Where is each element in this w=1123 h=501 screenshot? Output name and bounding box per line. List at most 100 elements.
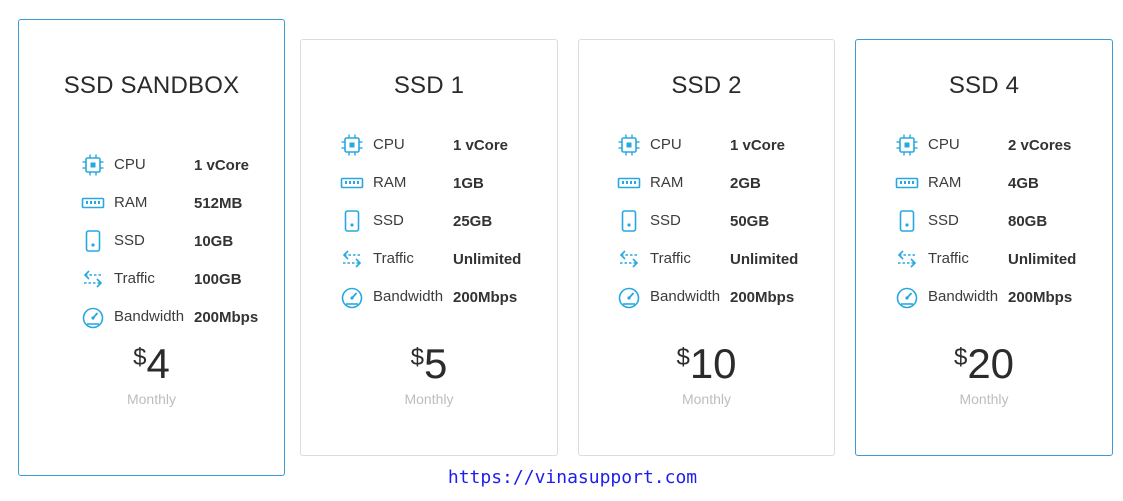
pricing-table: SSD SANDBOX CPU 1 vCore RAM 512MB SSD 10… — [0, 0, 1123, 501]
billing-period: Monthly — [681, 391, 732, 407]
spec-value: 512MB — [194, 195, 243, 212]
spec-value: 200Mbps — [1008, 289, 1073, 306]
plan-price: $10 — [579, 342, 834, 386]
spec-ssd: SSD 25GB — [340, 209, 492, 233]
spec-label: SSD — [928, 212, 959, 229]
ssd-icon — [81, 229, 105, 253]
spec-cpu: CPU 2 vCores — [895, 133, 1071, 157]
spec-value: 1GB — [453, 175, 484, 192]
spec-value: 50GB — [730, 213, 770, 230]
currency-symbol: $ — [410, 344, 424, 371]
spec-bandwidth: Bandwidth 200Mbps — [340, 285, 517, 309]
spec-value: 10GB — [194, 233, 234, 250]
spec-value: Unlimited — [453, 251, 522, 268]
spec-label: Traffic — [373, 250, 414, 267]
plan-card-ssd-1[interactable]: SSD 1 CPU 1 vCore RAM 1GB SSD 25GB Traff… — [300, 39, 558, 456]
traffic-icon — [340, 247, 364, 271]
ram-icon — [895, 171, 919, 195]
plan-price: $20 — [856, 342, 1112, 386]
spec-cpu: CPU 1 vCore — [617, 133, 785, 157]
spec-value: 200Mbps — [453, 289, 518, 306]
spec-traffic: Traffic 100GB — [81, 267, 242, 291]
spec-label: CPU — [114, 156, 146, 173]
spec-cpu: CPU 1 vCore — [340, 133, 508, 157]
bandwidth-icon — [895, 285, 919, 309]
cpu-icon — [340, 133, 364, 157]
ram-icon — [81, 191, 105, 215]
billing-period: Monthly — [404, 391, 454, 407]
bandwidth-icon — [81, 305, 105, 329]
plan-title: SSD 1 — [393, 72, 465, 99]
spec-ssd: SSD 80GB — [895, 209, 1047, 233]
spec-ssd: SSD 50GB — [617, 209, 769, 233]
plan-title: SSD 4 — [948, 72, 1020, 99]
ssd-icon — [895, 209, 919, 233]
spec-label: Traffic — [650, 250, 691, 267]
spec-label: Traffic — [114, 270, 155, 287]
website-link[interactable]: https://vinasupport.com — [0, 467, 1123, 488]
spec-label: SSD — [373, 212, 404, 229]
spec-value: 2GB — [730, 175, 761, 192]
currency-symbol: $ — [676, 344, 690, 371]
spec-ram: RAM 512MB — [81, 191, 242, 215]
spec-label: RAM — [928, 174, 962, 191]
spec-bandwidth: Bandwidth 200Mbps — [81, 305, 258, 329]
price-amount: 10 — [689, 340, 737, 387]
spec-label: CPU — [650, 136, 682, 153]
spec-value: 200Mbps — [730, 289, 795, 306]
spec-cpu: CPU 1 vCore — [81, 153, 249, 177]
spec-value: 25GB — [453, 213, 493, 230]
spec-label: Bandwidth — [928, 288, 999, 305]
spec-label: RAM — [373, 174, 407, 191]
spec-value: 200Mbps — [194, 309, 259, 326]
spec-label: SSD — [114, 232, 145, 249]
plan-title: SSD SANDBOX — [63, 72, 240, 99]
spec-bandwidth: Bandwidth 200Mbps — [895, 285, 1072, 309]
ssd-icon — [340, 209, 364, 233]
cpu-icon — [81, 153, 105, 177]
ram-icon — [617, 171, 641, 195]
spec-ram: RAM 2GB — [617, 171, 761, 195]
currency-symbol: $ — [133, 344, 147, 371]
cpu-icon — [895, 133, 919, 157]
spec-label: Bandwidth — [373, 288, 444, 305]
plan-card-ssd-sandbox[interactable]: SSD SANDBOX CPU 1 vCore RAM 512MB SSD 10… — [18, 19, 285, 476]
ram-icon — [340, 171, 364, 195]
spec-value: Unlimited — [1008, 251, 1077, 268]
spec-ram: RAM 4GB — [895, 171, 1039, 195]
plan-price: $4 — [19, 342, 284, 386]
plan-card-ssd-4[interactable]: SSD 4 CPU 2 vCores RAM 4GB SSD 80GB Traf… — [855, 39, 1113, 456]
traffic-icon — [81, 267, 105, 291]
traffic-icon — [895, 247, 919, 271]
spec-label: SSD — [650, 212, 681, 229]
spec-label: CPU — [928, 136, 960, 153]
cpu-icon — [617, 133, 641, 157]
currency-symbol: $ — [953, 344, 968, 371]
spec-value: Unlimited — [730, 251, 799, 268]
spec-traffic: Traffic Unlimited — [617, 247, 798, 271]
billing-period: Monthly — [959, 391, 1009, 407]
spec-label: Bandwidth — [114, 308, 185, 325]
spec-label: RAM — [114, 194, 148, 211]
spec-value: 1 vCore — [194, 157, 250, 174]
spec-label: CPU — [373, 136, 405, 153]
spec-value: 1 vCore — [730, 137, 786, 154]
bandwidth-icon — [340, 285, 364, 309]
spec-value: 100GB — [194, 271, 242, 288]
billing-period: Monthly — [126, 391, 177, 407]
spec-value: 4GB — [1008, 175, 1039, 192]
spec-value: 1 vCore — [453, 137, 509, 154]
spec-value: 80GB — [1008, 213, 1048, 230]
spec-label: Traffic — [928, 250, 969, 267]
plan-price: $5 — [301, 342, 557, 386]
spec-traffic: Traffic Unlimited — [895, 247, 1076, 271]
spec-label: RAM — [650, 174, 684, 191]
bandwidth-icon — [617, 285, 641, 309]
plan-card-ssd-2[interactable]: SSD 2 CPU 1 vCore RAM 2GB SSD 50GB Traff… — [578, 39, 835, 456]
spec-value: 2 vCores — [1008, 137, 1072, 154]
spec-traffic: Traffic Unlimited — [340, 247, 521, 271]
plan-title: SSD 2 — [671, 72, 742, 99]
traffic-icon — [617, 247, 641, 271]
price-amount: 20 — [967, 340, 1015, 387]
price-amount: 5 — [424, 340, 448, 387]
